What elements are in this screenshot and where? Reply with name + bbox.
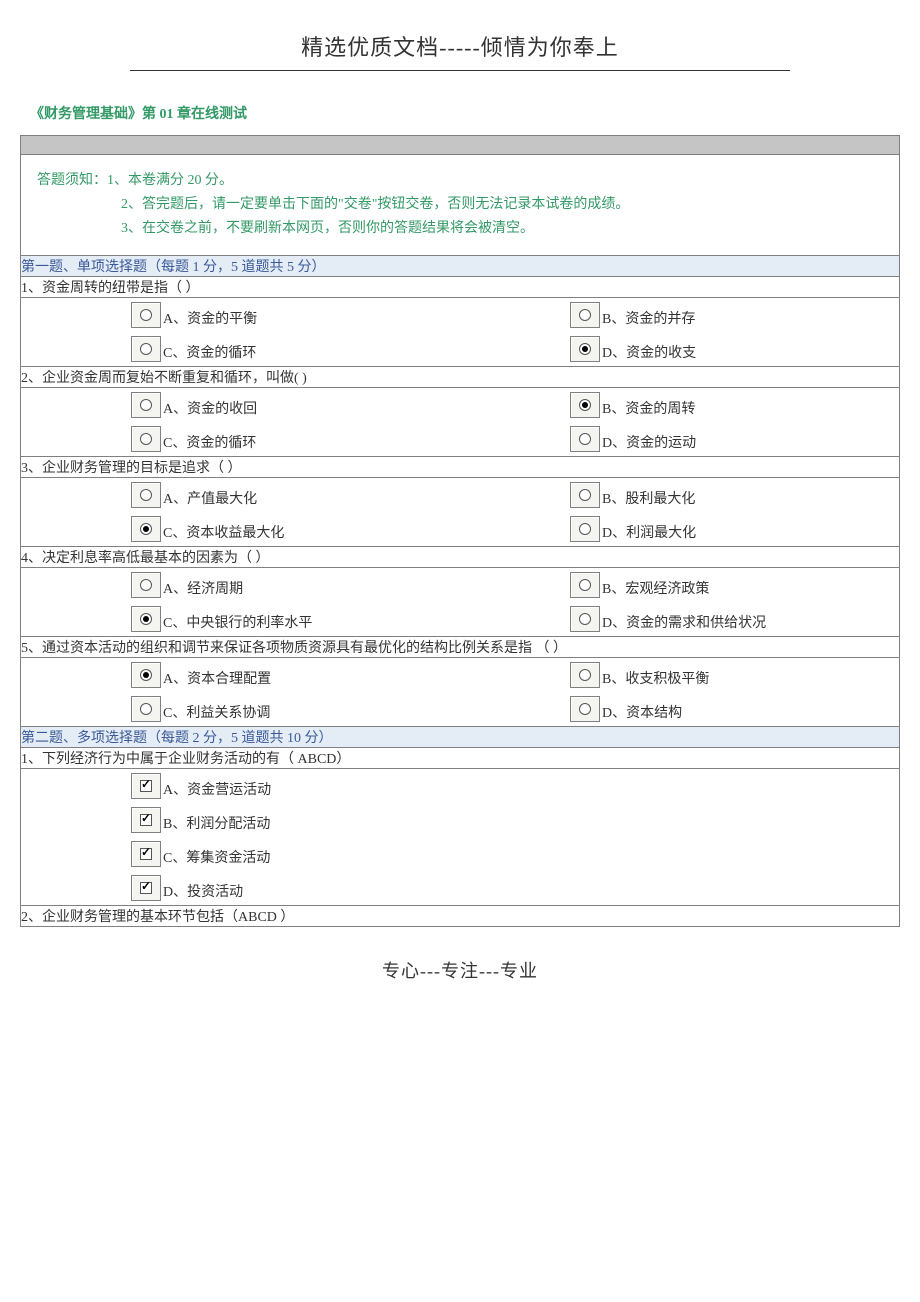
option-label: A、资本合理配置 xyxy=(163,672,271,687)
option-label: C、筹集资金活动 xyxy=(163,851,270,866)
option-label: C、资金的循环 xyxy=(163,346,256,361)
option-label: D、资金的运动 xyxy=(602,436,696,451)
option-label: D、投资活动 xyxy=(163,885,243,900)
option-label: C、资本收益最大化 xyxy=(163,526,284,541)
section2-header: 第二题、多项选择题（每题 2 分，5 道题共 10 分） xyxy=(21,727,900,748)
page-header: 精选优质文档-----倾情为你奉上 xyxy=(0,0,920,70)
radio-q4-c[interactable] xyxy=(131,606,161,632)
radio-q2-b[interactable] xyxy=(570,392,600,418)
radio-q4-b[interactable] xyxy=(570,572,600,598)
option-label: B、宏观经济政策 xyxy=(602,582,709,597)
option-label: A、资金的平衡 xyxy=(163,312,257,327)
radio-q4-d[interactable] xyxy=(570,606,600,632)
choice-table: A、经济周期 B、宏观经济政策 C、中央银行的利率水平 D、资金的需求和供给状况 xyxy=(21,568,899,636)
radio-q5-c[interactable] xyxy=(131,696,161,722)
question-text: 3、企业财务管理的目标是追求（ ） xyxy=(21,457,900,478)
header-rule xyxy=(130,70,790,71)
question-text: 2、企业财务管理的基本环节包括（ABCD ） xyxy=(21,906,900,927)
question-text: 1、下列经济行为中属于企业财务活动的有（ ABCD） xyxy=(21,748,900,769)
question-text: 5、通过资本活动的组织和调节来保证各项物质资源具有最优化的结构比例关系是指 （ … xyxy=(21,637,900,658)
instruction-line-3: 3、在交卷之前，不要刷新本网页，否则你的答题结果将会被清空。 xyxy=(37,217,883,241)
checkbox-mq1-b[interactable] xyxy=(131,807,161,833)
radio-q3-c[interactable] xyxy=(131,516,161,542)
option-label: D、资金的需求和供给状况 xyxy=(602,616,766,631)
question-text: 4、决定利息率高低最基本的因素为（ ） xyxy=(21,547,900,568)
option-label: A、产值最大化 xyxy=(163,492,257,507)
radio-q2-c[interactable] xyxy=(131,426,161,452)
section1-header: 第一题、单项选择题（每题 1 分，5 道题共 5 分） xyxy=(21,256,900,277)
choice-table: A、资金营运活动 B、利润分配活动 C、筹集资金活动 D、投资活动 xyxy=(21,769,899,905)
instruction-line-1: 答题须知：1、本卷满分 20 分。 xyxy=(37,169,883,193)
option-label: B、利润分配活动 xyxy=(163,817,270,832)
radio-q5-a[interactable] xyxy=(131,662,161,688)
option-label: B、资金的周转 xyxy=(602,402,695,417)
option-label: A、经济周期 xyxy=(163,582,243,597)
option-label: B、资金的并存 xyxy=(602,312,695,327)
test-title: 《财务管理基础》第 01 章在线测试 xyxy=(0,91,920,135)
radio-q5-d[interactable] xyxy=(570,696,600,722)
option-label: D、资本结构 xyxy=(602,706,682,721)
radio-q1-c[interactable] xyxy=(131,336,161,362)
checkbox-mq1-d[interactable] xyxy=(131,875,161,901)
radio-q1-b[interactable] xyxy=(570,302,600,328)
instruction-line-2: 2、答完题后，请一定要单击下面的"交卷"按钮交卷，否则无法记录本试卷的成绩。 xyxy=(37,193,883,217)
radio-q3-a[interactable] xyxy=(131,482,161,508)
radio-q4-a[interactable] xyxy=(131,572,161,598)
choice-table: A、资金的收回 B、资金的周转 C、资金的循环 D、资金的运动 xyxy=(21,388,899,456)
radio-q1-a[interactable] xyxy=(131,302,161,328)
radio-q5-b[interactable] xyxy=(570,662,600,688)
radio-q2-d[interactable] xyxy=(570,426,600,452)
page-footer: 专心---专注---专业 xyxy=(0,927,920,1013)
option-label: C、利益关系协调 xyxy=(163,706,270,721)
option-label: D、利润最大化 xyxy=(602,526,696,541)
choice-table: A、资本合理配置 B、收支积极平衡 C、利益关系协调 D、资本结构 xyxy=(21,658,899,726)
option-label: A、资金营运活动 xyxy=(163,783,271,798)
radio-q3-d[interactable] xyxy=(570,516,600,542)
instructions: 答题须知：1、本卷满分 20 分。 2、答完题后，请一定要单击下面的"交卷"按钮… xyxy=(21,155,899,255)
option-label: C、资金的循环 xyxy=(163,436,256,451)
radio-q2-a[interactable] xyxy=(131,392,161,418)
question-text: 2、企业资金周而复始不断重复和循环，叫做( ) xyxy=(21,367,900,388)
radio-q3-b[interactable] xyxy=(570,482,600,508)
radio-q1-d[interactable] xyxy=(570,336,600,362)
option-label: D、资金的收支 xyxy=(602,346,696,361)
checkbox-mq1-c[interactable] xyxy=(131,841,161,867)
checkbox-mq1-a[interactable] xyxy=(131,773,161,799)
test-table: 答题须知：1、本卷满分 20 分。 2、答完题后，请一定要单击下面的"交卷"按钮… xyxy=(20,135,900,927)
option-label: A、资金的收回 xyxy=(163,402,257,417)
option-label: B、股利最大化 xyxy=(602,492,695,507)
option-label: C、中央银行的利率水平 xyxy=(163,616,312,631)
option-label: B、收支积极平衡 xyxy=(602,672,709,687)
question-text: 1、资金周转的纽带是指（ ） xyxy=(21,277,900,298)
gray-divider xyxy=(21,136,900,155)
choice-table: A、产值最大化 B、股利最大化 C、资本收益最大化 D、利润最大化 xyxy=(21,478,899,546)
choice-table: A、资金的平衡 B、资金的并存 C、资金的循环 D、资金的收支 xyxy=(21,298,899,366)
